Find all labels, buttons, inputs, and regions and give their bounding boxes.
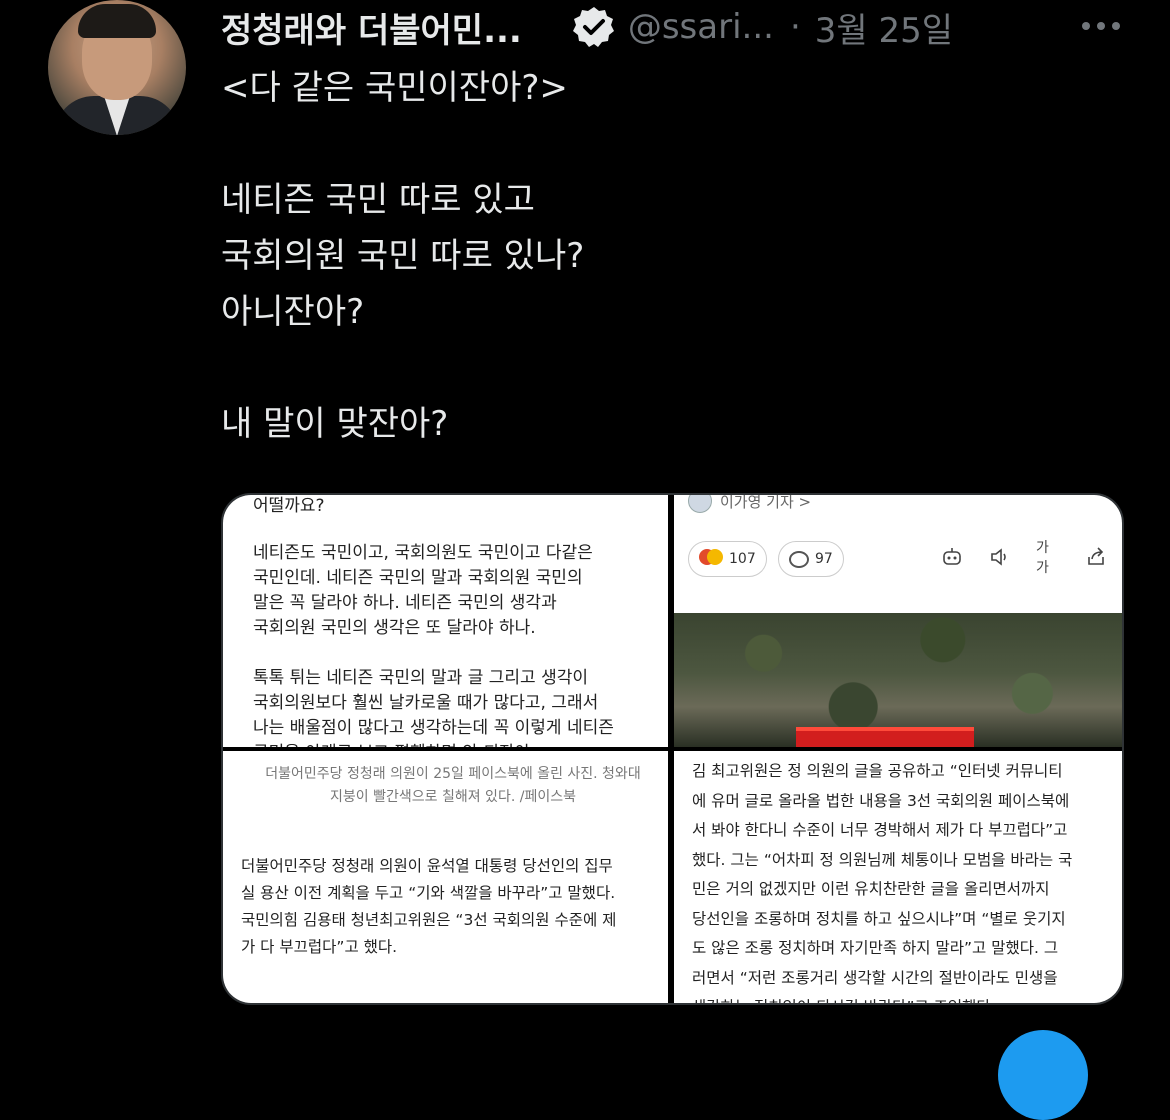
reaction-emoji-icon — [699, 549, 723, 569]
reaction-count: 107 — [729, 551, 756, 567]
image1-text: 네티즌도 국민이고, 국회의원도 국민이고 다같은 국민인데. 네티즌 국민의 … — [253, 543, 614, 747]
share-icon — [1084, 545, 1108, 569]
image1-top-line: 어떨까요? — [253, 496, 325, 516]
reporter-avatar — [688, 495, 712, 513]
red-roof — [796, 727, 974, 747]
more-icon[interactable] — [1082, 22, 1120, 30]
reporter-name: 이가영 기자 > — [720, 495, 812, 511]
comment-count: 97 — [815, 551, 833, 567]
image4-text: 김 최고위원은 정 의원의 글을 공유하고 “인터넷 커뮤니티 에 유머 글로 … — [692, 762, 1073, 1003]
tweet-date[interactable]: 3월 25일 — [815, 3, 953, 52]
photo-caption: 더불어민주당 정청래 의원이 25일 페이스북에 올린 사진. 청와대 지붕이 … — [265, 766, 641, 805]
reaction-button: 107 — [688, 541, 767, 577]
comment-icon — [789, 550, 809, 568]
display-name[interactable]: 정청래와 더불어민... — [221, 3, 522, 52]
image3-text: 더불어민주당 정청래 의원이 윤석열 대통령 당선인의 집무 실 용산 이전 계… — [241, 857, 617, 956]
handle[interactable]: @ssari... — [628, 7, 774, 47]
speaker-icon — [988, 545, 1012, 569]
tweet-text: <다 같은 국민이잔아?> 네티즌 국민 따로 있고 국회의원 국민 따로 있나… — [221, 68, 585, 444]
verified-badge-icon — [572, 5, 616, 49]
media-image-4[interactable]: 김 최고위원은 정 의원의 글을 공유하고 “인터넷 커뮤니티 에 유머 글로 … — [674, 751, 1122, 1003]
font-size-label: 가가 — [1036, 540, 1049, 576]
media-image-2[interactable]: 이가영 기자 > 107 97 가가 — [674, 495, 1122, 747]
article-tools: 가가 — [940, 540, 1108, 576]
avatar[interactable] — [48, 0, 186, 135]
reporter-byline: 이가영 기자 > — [688, 495, 811, 513]
avatar-hair — [78, 4, 156, 38]
media-image-3[interactable]: 더불어민주당 정청래 의원이 25일 페이스북에 올린 사진. 청와대 지붕이 … — [223, 751, 668, 1003]
tweet-header: 정청래와 더불어민... @ssari... · 3월 25일 — [221, 2, 1170, 52]
comment-button: 97 — [778, 541, 844, 577]
robot-icon — [940, 545, 964, 569]
separator-dot: · — [789, 7, 801, 47]
media-image-1[interactable]: 어떨까요? 네티즌도 국민이고, 국회의원도 국민이고 다같은 국민인데. 네티… — [223, 495, 668, 747]
compose-button[interactable] — [998, 1030, 1088, 1120]
tweet-media-grid[interactable]: 어떨까요? 네티즌도 국민이고, 국회의원도 국민이고 다같은 국민인데. 네티… — [221, 493, 1124, 1005]
